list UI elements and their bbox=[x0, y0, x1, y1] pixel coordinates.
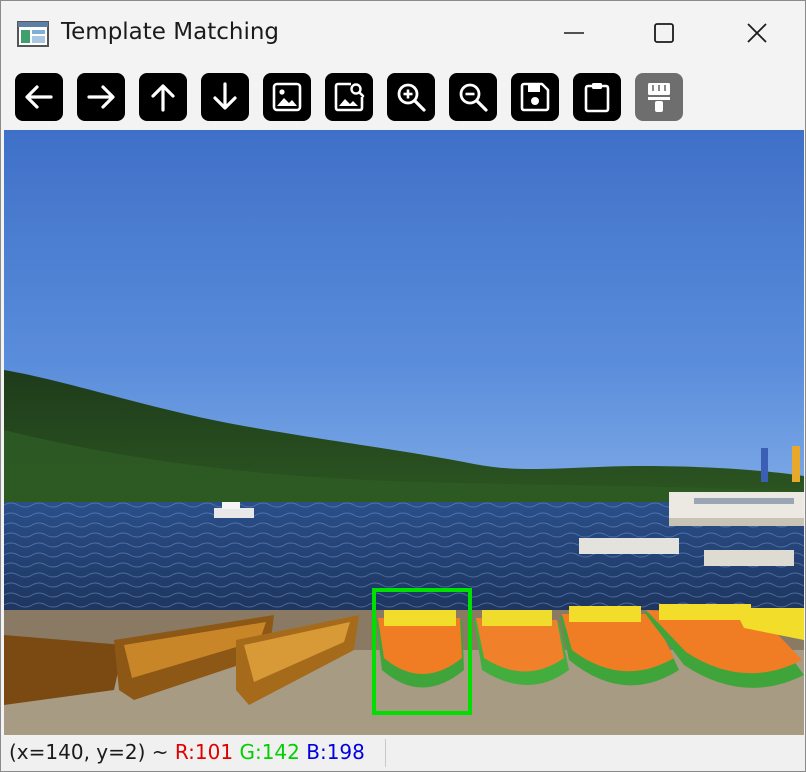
pixel-info: (x=140, y=2) ~ R:101 G:142 B:198 bbox=[9, 740, 365, 764]
lake-with-boats-photo bbox=[4, 130, 804, 735]
image-icon bbox=[272, 82, 302, 112]
paint-brush-icon bbox=[648, 83, 670, 112]
paint-button[interactable] bbox=[635, 73, 683, 121]
window-title: Template Matching bbox=[61, 19, 280, 45]
zoom-out-icon bbox=[459, 83, 488, 112]
status-bar: (x=140, y=2) ~ R:101 G:142 B:198 bbox=[1, 735, 805, 771]
image-canvas[interactable] bbox=[4, 130, 804, 735]
save-icon bbox=[520, 82, 550, 112]
maximize-button[interactable] bbox=[634, 11, 694, 55]
toolbar bbox=[1, 67, 805, 127]
minimize-icon bbox=[564, 32, 584, 34]
image-search-icon bbox=[334, 82, 365, 112]
zoom-in-button[interactable] bbox=[387, 73, 435, 121]
up-button[interactable] bbox=[139, 73, 187, 121]
clipboard-icon bbox=[584, 83, 610, 113]
green-value: G:142 bbox=[239, 740, 300, 764]
open-template-button[interactable] bbox=[325, 73, 373, 121]
minimize-button[interactable] bbox=[544, 11, 604, 55]
arrow-left-icon bbox=[25, 85, 53, 109]
status-separator bbox=[385, 739, 386, 767]
red-value: R:101 bbox=[174, 740, 234, 764]
zoom-in-icon bbox=[397, 83, 426, 112]
close-icon bbox=[747, 23, 767, 43]
blue-value: B:198 bbox=[306, 740, 365, 764]
maximize-icon bbox=[654, 23, 674, 43]
arrow-up-icon bbox=[151, 84, 175, 112]
save-button[interactable] bbox=[511, 73, 559, 121]
arrow-right-icon bbox=[87, 85, 115, 109]
zoom-out-button[interactable] bbox=[449, 73, 497, 121]
copy-to-clipboard-button[interactable] bbox=[573, 73, 621, 121]
arrow-down-icon bbox=[213, 82, 237, 110]
cursor-coordinates: (x=140, y=2) ~ bbox=[9, 740, 175, 764]
title-bar[interactable]: Template Matching bbox=[1, 1, 805, 65]
down-button[interactable] bbox=[201, 73, 249, 121]
app-window: Template Matching (x=140, y=2) ~ R:101 G… bbox=[0, 0, 806, 772]
close-button[interactable] bbox=[727, 11, 787, 55]
back-button[interactable] bbox=[15, 73, 63, 121]
app-window-icon bbox=[17, 21, 49, 47]
forward-button[interactable] bbox=[77, 73, 125, 121]
open-image-button[interactable] bbox=[263, 73, 311, 121]
